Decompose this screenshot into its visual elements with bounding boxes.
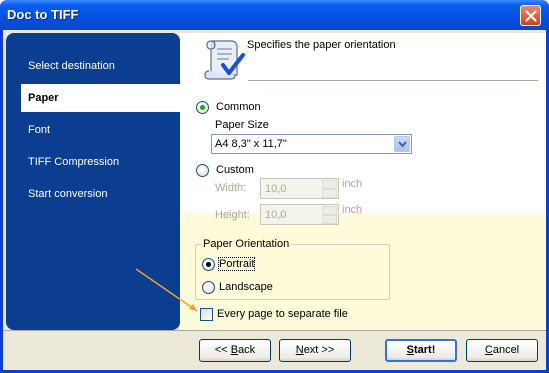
next-label-rest: ext >> bbox=[303, 344, 335, 356]
settings-panel: Specifies the paper orientation Common P… bbox=[180, 33, 546, 330]
height-label: Height: bbox=[215, 209, 250, 221]
width-unit: inch bbox=[342, 178, 363, 190]
start-button[interactable]: Start! bbox=[385, 339, 457, 362]
dialog-client-area: Select destination Paper Font TIFF Compr… bbox=[3, 30, 546, 370]
sidebar-item-select-destination[interactable]: Select destination bbox=[6, 52, 180, 80]
portrait-radio[interactable] bbox=[202, 258, 215, 271]
back-label-rest: ack bbox=[238, 344, 256, 356]
scroll-check-icon bbox=[204, 40, 245, 80]
width-value: 10,0 bbox=[265, 183, 287, 195]
orientation-group: Paper Orientation Portrait Landscape bbox=[195, 238, 390, 300]
dropdown-button[interactable] bbox=[394, 136, 410, 152]
landscape-radio[interactable] bbox=[202, 281, 215, 294]
orientation-group-title: Paper Orientation bbox=[201, 238, 292, 250]
common-radio[interactable] bbox=[196, 101, 209, 114]
annotation-arrow bbox=[135, 268, 198, 312]
cancel-label-rest: ancel bbox=[492, 344, 520, 356]
height-up-button[interactable] bbox=[322, 206, 337, 215]
paper-size-select[interactable]: A4 8,3" x 11,7" bbox=[211, 134, 412, 154]
next-button[interactable]: Next >> bbox=[279, 339, 351, 362]
height-down-button[interactable] bbox=[322, 215, 337, 224]
back-prefix: << bbox=[214, 344, 231, 356]
close-icon bbox=[525, 10, 537, 22]
chevron-down-icon bbox=[398, 141, 407, 148]
start-accelerator: S bbox=[406, 344, 414, 356]
sidebar-item-tiff-compression[interactable]: TIFF Compression bbox=[6, 148, 180, 176]
start-label-rest: tart! bbox=[413, 344, 436, 356]
sidebar-item-font[interactable]: Font bbox=[6, 116, 180, 144]
width-up-button[interactable] bbox=[322, 180, 337, 189]
next-accelerator: N bbox=[295, 344, 304, 356]
separate-file-label: Every page to separate file bbox=[217, 308, 348, 320]
header-divider bbox=[248, 80, 538, 81]
common-label: Common bbox=[216, 101, 261, 113]
landscape-label: Landscape bbox=[219, 281, 273, 293]
custom-radio[interactable] bbox=[196, 164, 209, 177]
height-unit: inch bbox=[342, 204, 363, 216]
back-accelerator: B bbox=[230, 344, 239, 356]
window-title: Doc to TIFF bbox=[7, 7, 79, 22]
paper-size-label: Paper Size bbox=[215, 119, 269, 131]
button-bar-divider bbox=[3, 330, 546, 331]
sidebar-item-paper[interactable]: Paper bbox=[21, 84, 180, 112]
back-button[interactable]: << Back bbox=[199, 339, 271, 362]
portrait-label: Portrait bbox=[217, 257, 256, 271]
width-spinner[interactable]: 10,0 bbox=[260, 178, 339, 199]
height-value: 10,0 bbox=[265, 209, 287, 221]
width-down-button[interactable] bbox=[322, 189, 337, 198]
close-button[interactable] bbox=[520, 5, 541, 26]
width-label: Width: bbox=[215, 182, 247, 194]
cancel-accelerator: C bbox=[484, 344, 493, 356]
page-description: Specifies the paper orientation bbox=[247, 39, 396, 51]
sidebar-item-start-conversion[interactable]: Start conversion bbox=[6, 180, 180, 208]
cancel-button[interactable]: Cancel bbox=[466, 339, 538, 362]
height-spinner[interactable]: 10,0 bbox=[260, 204, 339, 225]
custom-label: Custom bbox=[216, 164, 254, 176]
title-bar[interactable]: Doc to TIFF bbox=[0, 0, 549, 30]
paper-size-value: A4 8,3" x 11,7" bbox=[215, 138, 287, 150]
app-window: Doc to TIFF Select destination Paper Fon… bbox=[0, 0, 549, 373]
